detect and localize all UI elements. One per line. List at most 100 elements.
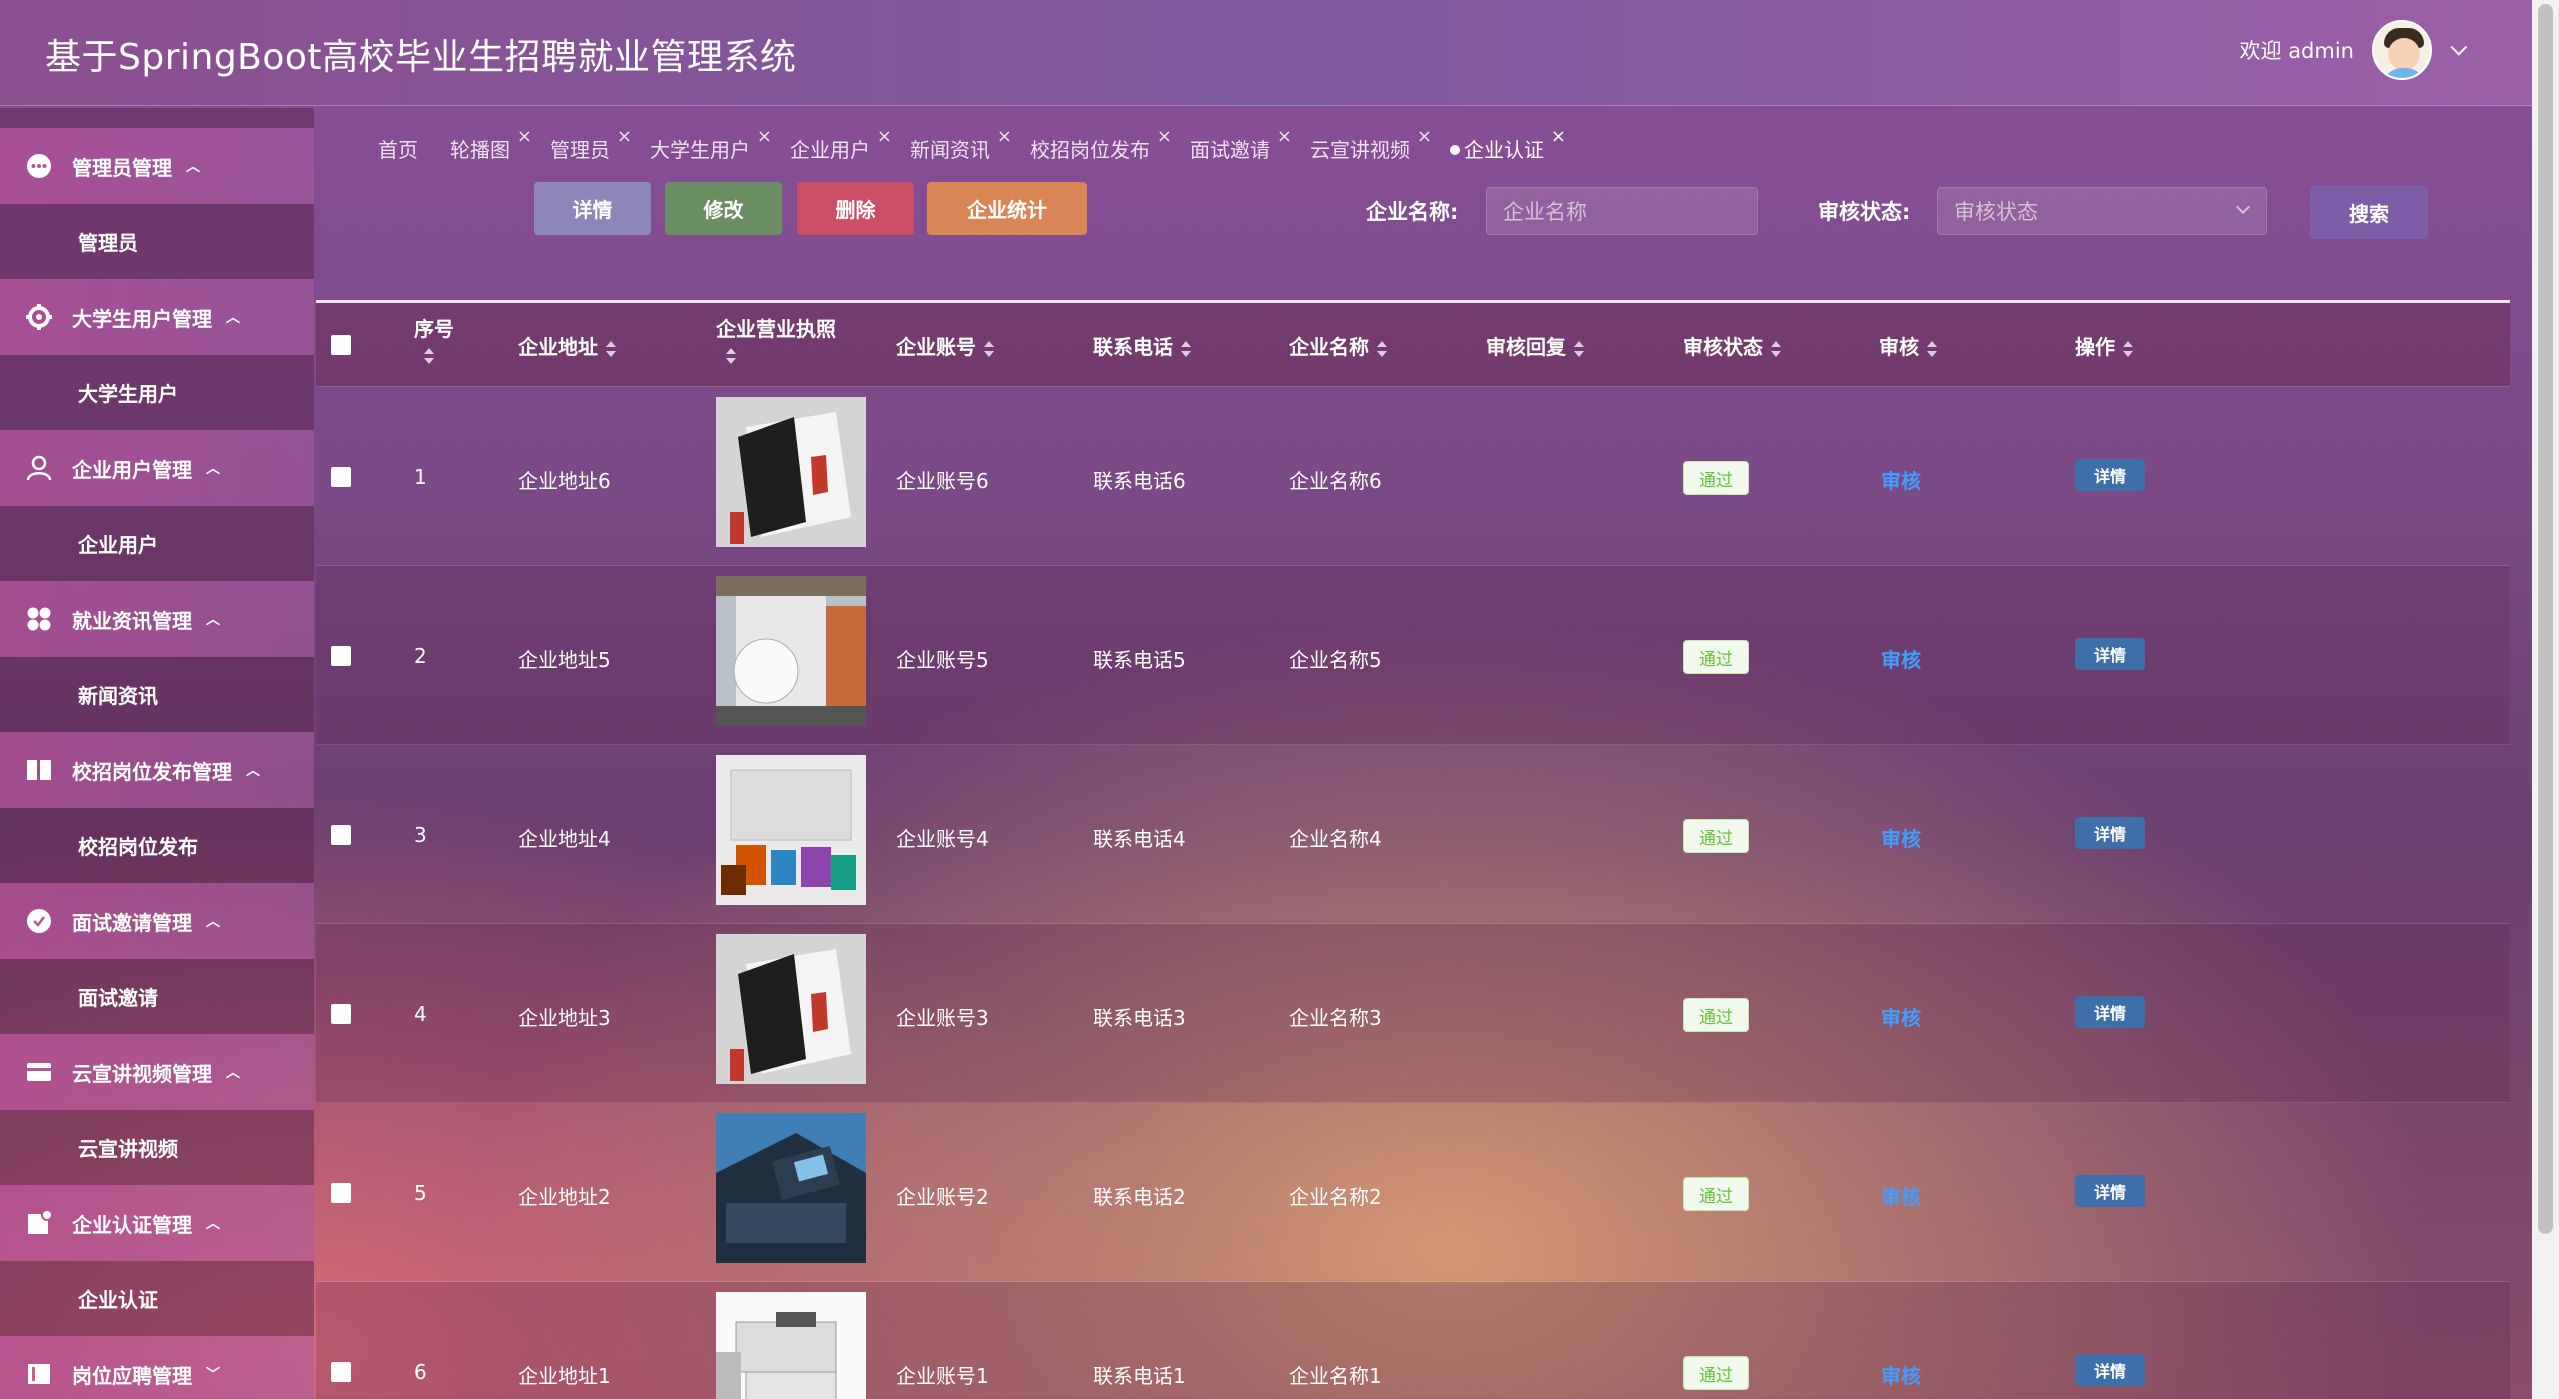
sidebar-group-interviews[interactable]: 面试邀请管理 ︿	[0, 883, 314, 959]
license-image[interactable]	[716, 1292, 866, 1399]
table-row[interactable]: 5 企业地址2 企业账号2 联系电话2 企业名称2 通过 审核 详情	[316, 1103, 2510, 1282]
sidebar-item-news[interactable]: 新闻资讯	[0, 657, 314, 732]
row-detail-button[interactable]: 详情	[2075, 817, 2145, 849]
sidebar-group-admin[interactable]: 管理员管理 ︿	[0, 128, 314, 204]
row-checkbox[interactable]	[331, 1004, 351, 1024]
search-button[interactable]: 搜索	[2310, 185, 2428, 239]
sort-icon[interactable]	[1771, 340, 1781, 357]
row-detail-button[interactable]: 详情	[2075, 1354, 2145, 1386]
sort-icon[interactable]	[424, 347, 434, 364]
close-icon[interactable]: ×	[1551, 126, 1566, 147]
select-all-checkbox[interactable]	[331, 335, 351, 355]
sidebar-item-companies[interactable]: 企业用户	[0, 506, 314, 581]
avatar[interactable]	[2372, 20, 2432, 80]
table-row[interactable]: 1 企业地址6 企业账号6 联系电话6 企业名称6 通过 审核 详情	[316, 387, 2510, 566]
status-select[interactable]: 审核状态	[1937, 187, 2267, 235]
col-header[interactable]: 企业营业执照	[716, 313, 836, 366]
chevron-down-icon[interactable]	[2450, 38, 2468, 56]
tab-carousel[interactable]: 轮播图 ×	[450, 126, 532, 163]
tab-company-users[interactable]: 企业用户 ×	[790, 126, 892, 163]
col-header[interactable]: 审核	[1879, 331, 1937, 360]
col-header[interactable]: 联系电话	[1093, 331, 1191, 360]
review-link[interactable]: 审核	[1881, 644, 1921, 673]
tab-jobs[interactable]: 校招岗位发布 ×	[1030, 126, 1172, 163]
license-image[interactable]	[716, 1113, 866, 1263]
company-name-input[interactable]: 企业名称	[1486, 187, 1758, 235]
review-link[interactable]: 审核	[1881, 1360, 1921, 1389]
sidebar-group-news[interactable]: 就业资讯管理 ︿	[0, 581, 314, 657]
sidebar-item-students[interactable]: 大学生用户	[0, 355, 314, 430]
review-link[interactable]: 审核	[1881, 1181, 1921, 1210]
tab-videos[interactable]: 云宣讲视频 ×	[1310, 126, 1432, 163]
row-checkbox[interactable]	[331, 646, 351, 666]
close-icon[interactable]: ×	[877, 126, 892, 147]
col-header[interactable]: 审核状态	[1683, 331, 1781, 360]
col-header[interactable]: 操作	[2075, 331, 2133, 360]
sort-icon[interactable]	[984, 340, 994, 357]
sidebar-group-videos[interactable]: 云宣讲视频管理 ︿	[0, 1034, 314, 1110]
review-link[interactable]: 审核	[1881, 465, 1921, 494]
table-row[interactable]: 4 企业地址3 企业账号3 联系电话3 企业名称3 通过 审核 详情	[316, 924, 2510, 1103]
tab-admin[interactable]: 管理员 ×	[550, 126, 632, 163]
table-row[interactable]: 3 企业地址4 企业账号4 联系电话4 企业名称4 通过 审核 详情	[316, 745, 2510, 924]
close-icon[interactable]: ×	[997, 126, 1012, 147]
license-image[interactable]	[716, 576, 866, 726]
sidebar-group-applications[interactable]: 岗位应聘管理 ﹀	[0, 1336, 314, 1399]
close-icon[interactable]: ×	[1277, 126, 1292, 147]
row-checkbox[interactable]	[331, 1362, 351, 1382]
close-icon[interactable]: ×	[1157, 126, 1172, 147]
sort-icon[interactable]	[606, 340, 616, 357]
sidebar-item-videos[interactable]: 云宣讲视频	[0, 1110, 314, 1185]
col-header[interactable]: 审核回复	[1486, 331, 1584, 360]
close-icon[interactable]: ×	[617, 126, 632, 147]
tab-certification[interactable]: 企业认证 ×	[1450, 126, 1566, 163]
col-header[interactable]: 序号	[414, 313, 454, 366]
row-checkbox[interactable]	[331, 825, 351, 845]
vertical-scrollbar[interactable]	[2532, 0, 2559, 1399]
sort-icon[interactable]	[1574, 340, 1584, 357]
sidebar-item-certification[interactable]: 企业认证	[0, 1261, 314, 1336]
row-detail-button[interactable]: 详情	[2075, 638, 2145, 670]
sort-icon[interactable]	[1181, 340, 1191, 357]
close-icon[interactable]: ×	[517, 126, 532, 147]
sidebar-group-label: 面试邀请管理	[72, 910, 192, 935]
tab-news[interactable]: 新闻资讯 ×	[910, 126, 1012, 163]
sidebar-group-certification[interactable]: 企业认证管理 ︿	[0, 1185, 314, 1261]
user-menu[interactable]: 欢迎 admin	[2240, 20, 2468, 80]
detail-button[interactable]: 详情	[534, 182, 651, 235]
sidebar-item-jobs[interactable]: 校招岗位发布	[0, 808, 314, 883]
table-row[interactable]: 6 企业地址1 企业账号1 联系电话1 企业名称1 通过 审核 详情	[316, 1282, 2510, 1399]
delete-button[interactable]: 删除	[797, 182, 914, 235]
col-header[interactable]: 企业名称	[1289, 331, 1387, 360]
license-image[interactable]	[716, 755, 866, 905]
row-checkbox[interactable]	[331, 467, 351, 487]
col-header[interactable]: 企业地址	[518, 331, 616, 360]
sort-icon[interactable]	[1377, 340, 1387, 357]
review-link[interactable]: 审核	[1881, 1002, 1921, 1031]
table-row[interactable]: 2 企业地址5 企业账号5 联系电话5 企业名称5 通过 审核 详情	[316, 566, 2510, 745]
row-detail-button[interactable]: 详情	[2075, 459, 2145, 491]
license-image[interactable]	[716, 934, 866, 1084]
sidebar-group-students[interactable]: 大学生用户管理 ︿	[0, 279, 314, 355]
sort-icon[interactable]	[726, 347, 736, 364]
sidebar-item-interviews[interactable]: 面试邀请	[0, 959, 314, 1034]
tab-home[interactable]: 首页	[378, 134, 418, 163]
row-checkbox[interactable]	[331, 1183, 351, 1203]
row-detail-button[interactable]: 详情	[2075, 996, 2145, 1028]
sidebar-item-admin[interactable]: 管理员	[0, 204, 314, 279]
close-icon[interactable]: ×	[757, 126, 772, 147]
edit-button[interactable]: 修改	[665, 182, 782, 235]
sidebar-group-companies[interactable]: 企业用户管理 ︿	[0, 430, 314, 506]
row-detail-button[interactable]: 详情	[2075, 1175, 2145, 1207]
company-stats-button[interactable]: 企业统计	[927, 182, 1087, 235]
col-header[interactable]: 企业账号	[896, 331, 994, 360]
tab-interviews[interactable]: 面试邀请 ×	[1190, 126, 1292, 163]
close-icon[interactable]: ×	[1417, 126, 1432, 147]
sidebar-group-jobs[interactable]: 校招岗位发布管理 ︿	[0, 732, 314, 808]
license-image[interactable]	[716, 397, 866, 547]
sort-icon[interactable]	[1927, 340, 1937, 357]
scrollbar-thumb[interactable]	[2538, 4, 2553, 1234]
sort-icon[interactable]	[2123, 340, 2133, 357]
tab-students[interactable]: 大学生用户 ×	[650, 126, 772, 163]
review-link[interactable]: 审核	[1881, 823, 1921, 852]
